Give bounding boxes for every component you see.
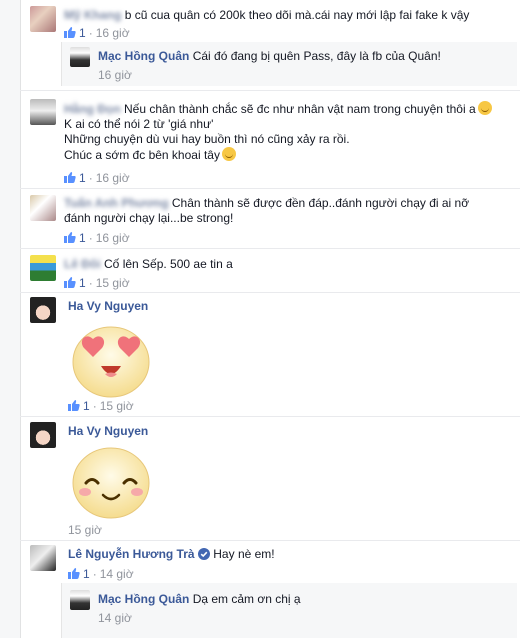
comment-meta: 1 · 15 giờ: [68, 399, 134, 413]
comment-text: Cố lên Sếp. 500 ae tin a: [104, 257, 233, 271]
smile-emoji-icon: [477, 101, 492, 115]
comment-meta: 1 · 16 giờ: [64, 231, 130, 245]
thumbs-up-icon: [64, 232, 76, 243]
comment-text-line: Chân thành sẽ được đền đáp..đánh người c…: [171, 196, 470, 210]
thumbs-up-icon: [64, 172, 76, 183]
dot-separator: ·: [88, 171, 93, 185]
comment-time[interactable]: 16 giờ: [96, 231, 130, 245]
comment: Lê Nguyễn Hương Trà Hay nè em!: [68, 547, 508, 562]
comment-meta: 1 · 16 giờ: [64, 26, 130, 40]
comment-author[interactable]: Ha Vy Nguyen: [68, 299, 148, 313]
avatar[interactable]: [30, 195, 56, 221]
verified-badge-icon: [197, 548, 210, 560]
comment-text: b cũ cua quân có 200k theo dõi mà.cái na…: [124, 8, 470, 22]
comment-time[interactable]: 14 giờ: [100, 567, 134, 581]
thumbs-up-icon: [64, 277, 76, 288]
reply: Mạc Hồng Quân Cái đó đang bị quên Pass, …: [98, 49, 508, 64]
like-count[interactable]: 1: [79, 276, 86, 290]
divider: [20, 292, 520, 293]
thumbs-up-icon: [64, 27, 76, 38]
comment-meta: 1 · 16 giờ: [64, 171, 130, 185]
avatar[interactable]: [30, 255, 56, 281]
heart-eyes-emoji: [72, 326, 150, 398]
comment-text-line: Chúc a sớm đc bên khoai tây: [64, 148, 220, 162]
avatar[interactable]: [70, 590, 90, 610]
comment-author[interactable]: Hằng Đọn: [64, 102, 121, 116]
dot-separator: ·: [92, 399, 97, 413]
comment-text-line: Nếu chân thành chắc sẽ đc như nhân vật n…: [124, 102, 476, 116]
comment-time[interactable]: 15 giờ: [100, 399, 134, 413]
divider: [20, 248, 520, 249]
divider: [20, 540, 520, 541]
avatar[interactable]: [70, 47, 90, 67]
avatar[interactable]: [30, 297, 56, 323]
dot-separator: ·: [88, 231, 93, 245]
comment: Tuấn Anh Phương Chân thành sẽ được đền đ…: [64, 196, 514, 226]
like-count[interactable]: 1: [79, 26, 86, 40]
like-count[interactable]: 1: [83, 399, 90, 413]
comment-time[interactable]: 15 giờ: [68, 523, 102, 537]
comment-time[interactable]: 16 giờ: [96, 171, 130, 185]
comment-meta: 1 · 14 giờ: [68, 567, 134, 581]
comment: Mỹ Khang b cũ cua quân có 200k theo dõi …: [64, 8, 514, 23]
avatar[interactable]: [30, 422, 56, 448]
comment-time[interactable]: 16 giờ: [96, 26, 130, 40]
reply-time[interactable]: 16 giờ: [98, 68, 132, 82]
divider: [20, 416, 520, 417]
reply-author[interactable]: Mạc Hồng Quân: [98, 49, 189, 63]
comment-author[interactable]: Tuấn Anh Phương: [64, 196, 169, 210]
comment-meta: 1 · 15 giờ: [64, 276, 130, 290]
thumbs-up-icon: [68, 400, 80, 411]
smiling-emoji: [72, 447, 150, 519]
comment-author[interactable]: Mỹ Khang: [64, 8, 121, 22]
reply-time[interactable]: 14 giờ: [98, 611, 132, 625]
reply-author[interactable]: Mạc Hồng Quân: [98, 592, 189, 606]
reply: Mạc Hồng Quân Dạ em cảm ơn chị ạ: [98, 592, 508, 607]
comment-author[interactable]: Ha Vy Nguyen: [68, 424, 148, 438]
reply-text: Dạ em cảm ơn chị ạ: [192, 592, 301, 606]
like-count[interactable]: 1: [79, 231, 86, 245]
comment-time[interactable]: 15 giờ: [96, 276, 130, 290]
comment-author[interactable]: Lê Nguyễn Hương Trà: [68, 547, 195, 561]
divider: [20, 188, 520, 189]
comment-author[interactable]: Lê Đôi: [64, 257, 101, 271]
smile-emoji-icon: [221, 147, 236, 161]
dot-separator: ·: [92, 567, 97, 581]
divider: [20, 90, 520, 91]
reply-text: Cái đó đang bị quên Pass, đây là fb của …: [192, 49, 441, 63]
like-count[interactable]: 1: [83, 567, 90, 581]
comment: Lê Đôi Cố lên Sếp. 500 ae tin a: [64, 257, 514, 272]
comment-text-line: đánh người chạy lại...be strong!: [64, 211, 234, 225]
dot-separator: ·: [88, 26, 93, 40]
avatar[interactable]: [30, 545, 56, 571]
comment: Hằng Đọn Nếu chân thành chắc sẽ đc như n…: [64, 101, 514, 163]
comment-text-line: Những chuyện dù vui hay buồn thì nó cũng…: [64, 132, 350, 146]
thumbs-up-icon: [68, 568, 80, 579]
comment-text-line: K ai có thể nói 2 từ 'giá như': [64, 117, 214, 131]
avatar[interactable]: [30, 6, 56, 32]
like-count[interactable]: 1: [79, 171, 86, 185]
left-gutter: [0, 0, 21, 638]
comment-text: Hay nè em!: [213, 547, 275, 561]
avatar[interactable]: [30, 99, 56, 125]
dot-separator: ·: [88, 276, 93, 290]
